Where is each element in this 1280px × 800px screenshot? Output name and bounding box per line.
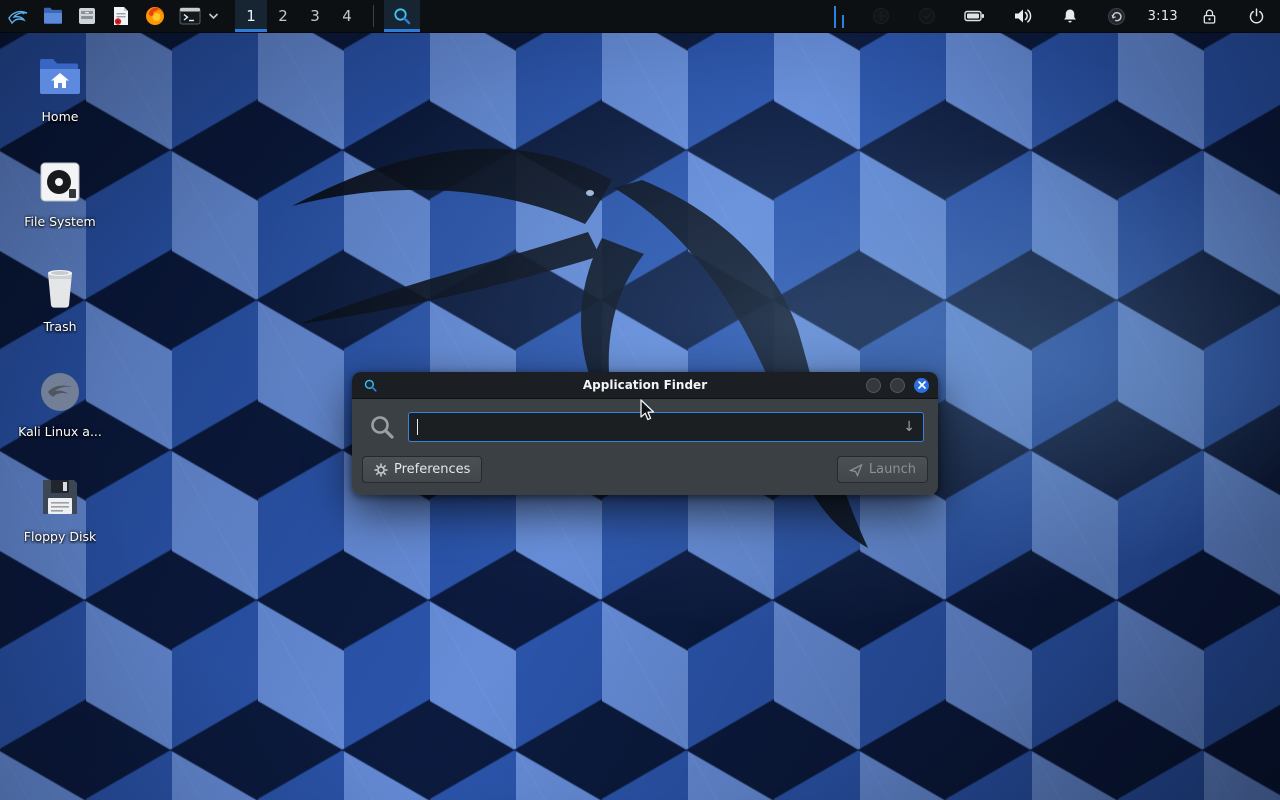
minimize-button[interactable] — [866, 378, 881, 393]
maximize-button[interactable] — [890, 378, 905, 393]
search-icon — [368, 413, 396, 441]
power-icon[interactable] — [1241, 7, 1272, 26]
text-caret — [417, 419, 418, 435]
desktop-icon-floppy-disk[interactable]: Floppy Disk — [12, 472, 108, 544]
terminal-dropdown-button[interactable] — [208, 0, 225, 32]
application-finder-window: Application Finder ↓ — [352, 372, 938, 495]
launch-label: Launch — [869, 462, 916, 477]
desktop-icon-label: Floppy Disk — [24, 529, 96, 544]
workspace-2-label: 2 — [278, 7, 288, 25]
preferences-button[interactable]: Preferences — [362, 456, 482, 483]
files-launcher[interactable] — [70, 0, 104, 32]
text-editor-launcher[interactable] — [104, 0, 138, 32]
desktop-icon-file-system[interactable]: File System — [12, 157, 108, 229]
top-panel: 1 2 3 4 — [0, 0, 1280, 33]
desktop-icon-kali-docs[interactable]: Kali Linux a... — [12, 367, 108, 439]
kali-logo-icon — [6, 4, 30, 28]
updates-icon[interactable] — [1101, 7, 1132, 26]
terminal-icon — [178, 5, 202, 27]
terminal-launcher[interactable] — [172, 0, 208, 32]
desktop-icon-column: Home File System Trash — [12, 52, 108, 577]
tray-network-icon[interactable] — [866, 7, 896, 25]
workspace-1-label: 1 — [246, 7, 256, 25]
workspace-switcher: 1 2 3 4 — [235, 0, 363, 32]
chevron-down-icon — [208, 12, 219, 20]
workspace-3-label: 3 — [310, 7, 320, 25]
file-manager-launcher[interactable] — [36, 0, 70, 32]
window-app-icon — [363, 378, 378, 393]
workspace-2[interactable]: 2 — [267, 0, 299, 32]
panel-separator — [373, 5, 374, 27]
text-editor-icon — [110, 5, 132, 27]
kali-docs-icon — [38, 367, 82, 417]
window-controls — [866, 378, 938, 393]
dropdown-arrow-icon[interactable]: ↓ — [903, 419, 915, 435]
kali-menu-button[interactable] — [0, 0, 36, 32]
finder-body: ↓ Preferences — [352, 399, 938, 495]
titlebar[interactable]: Application Finder — [352, 372, 938, 399]
search-icon — [392, 6, 412, 26]
close-button[interactable] — [914, 378, 929, 393]
desktop-icon-label: Kali Linux a... — [18, 424, 102, 439]
home-folder-icon — [37, 52, 83, 102]
preferences-label: Preferences — [394, 462, 470, 477]
desktop-icon-trash[interactable]: Trash — [12, 262, 108, 334]
tray-status-icon[interactable] — [912, 7, 942, 25]
panel-clock[interactable]: 3:13 — [1148, 9, 1178, 24]
window-title: Application Finder — [352, 378, 938, 392]
bell-icon[interactable] — [1055, 7, 1085, 25]
taskbar-application-finder-button[interactable] — [384, 0, 420, 32]
workspace-1[interactable]: 1 — [235, 0, 267, 32]
firefox-icon — [144, 5, 166, 27]
desktop-icon-label: Home — [42, 109, 79, 124]
search-row: ↓ — [362, 408, 928, 446]
workspace-4-label: 4 — [342, 7, 352, 25]
gear-icon — [374, 463, 388, 477]
desktop-icon-label: File System — [24, 214, 96, 229]
battery-icon[interactable] — [958, 7, 991, 25]
launch-icon — [849, 463, 863, 477]
cpu-graph-icon[interactable] — [834, 4, 850, 28]
launch-button[interactable]: Launch — [837, 456, 928, 483]
file-manager-icon — [42, 5, 64, 27]
finder-button-row: Preferences Launch — [362, 456, 928, 483]
trash-empty-icon — [40, 262, 80, 312]
search-input[interactable]: ↓ — [408, 412, 924, 442]
panel-tray: 3:13 — [818, 0, 1280, 32]
workspace-4[interactable]: 4 — [331, 0, 363, 32]
desktop-icon-label: Trash — [43, 319, 76, 334]
file-system-drive-icon — [39, 157, 81, 207]
close-icon — [918, 381, 926, 389]
workspace-3[interactable]: 3 — [299, 0, 331, 32]
floppy-disk-icon — [39, 472, 81, 522]
lock-icon[interactable] — [1194, 7, 1225, 26]
files-icon — [76, 5, 98, 27]
firefox-launcher[interactable] — [138, 0, 172, 32]
desktop-icon-home[interactable]: Home — [12, 52, 108, 124]
volume-icon[interactable] — [1007, 7, 1039, 25]
